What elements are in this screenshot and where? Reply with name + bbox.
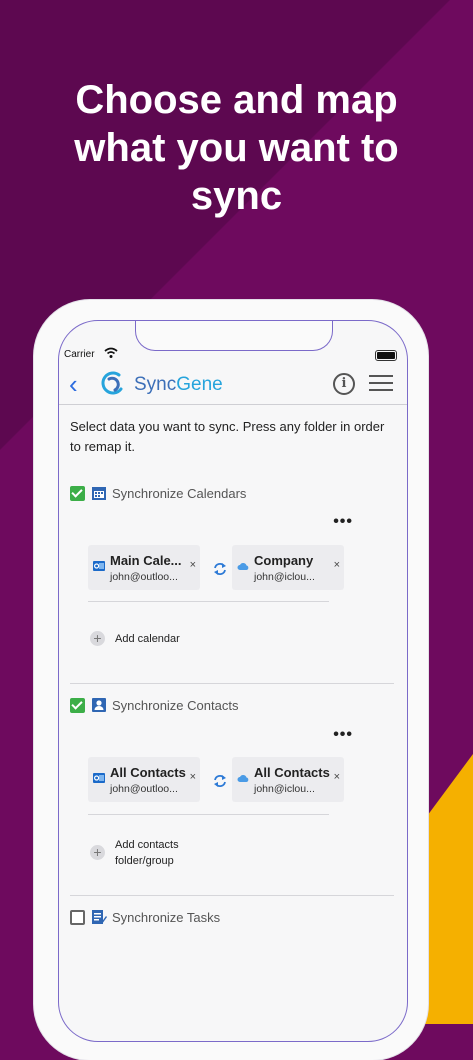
contacts-checkbox[interactable] [70,698,85,713]
contacts-icon [92,698,106,712]
contacts-more-button[interactable]: ••• [333,726,353,744]
contacts-target-folder[interactable]: All Contacts john@iclou... × [232,757,344,802]
sync-icon [214,775,226,787]
contacts-source-folder[interactable]: All Contacts john@outloo... × [88,757,200,802]
contacts-source-title: All Contacts [110,765,186,780]
menu-button[interactable] [369,375,393,391]
calendars-checkbox[interactable] [70,486,85,501]
icloud-icon [237,563,249,570]
contacts-target-account: john@iclou... [254,783,315,795]
tasks-label: Synchronize Tasks [112,910,221,925]
add-calendar-label: Add calendar [115,633,180,645]
headline-line-1: Choose and map [75,78,398,122]
add-contacts-label-line-1: Add contacts [115,839,179,851]
remove-icon[interactable]: × [334,771,340,783]
divider [88,601,329,602]
syncgene-logo-icon [101,371,123,395]
outlook-icon [93,773,105,783]
info-button[interactable]: i [333,373,355,395]
calendars-more-button[interactable]: ••• [333,513,353,531]
outlook-icon [93,561,105,571]
battery-icon [375,350,397,361]
contacts-target-title: All Contacts [254,765,330,780]
headline-line-2: what you want to [74,126,399,170]
calendars-target-account: john@iclou... [254,571,315,583]
calendars-target-title: Company [254,553,314,568]
tasks-icon [92,910,107,924]
calendars-label: Synchronize Calendars [112,486,247,501]
section-separator [70,895,394,896]
back-button[interactable]: ‹ [69,369,78,400]
status-bar: Carrier [64,347,397,363]
plus-icon: + [90,631,105,646]
wifi-icon [104,347,118,358]
carrier-label: Carrier [64,349,95,360]
remove-icon[interactable]: × [334,559,340,571]
headline: Choose and map what you want to sync [0,76,473,220]
section-separator [70,683,394,684]
calendars-target-folder[interactable]: Company john@iclou... × [232,545,344,590]
sync-icon [214,563,226,575]
icloud-icon [237,775,249,782]
contacts-label: Synchronize Contacts [112,698,239,713]
brand-name: SyncGene [134,374,223,396]
remove-icon[interactable]: × [190,559,196,571]
contacts-source-account: john@outloo... [110,783,178,795]
phone-screen: Carrier ‹ SyncGene i Select data you wan… [58,320,408,1042]
remove-icon[interactable]: × [190,771,196,783]
calendar-icon [92,487,106,500]
brand-sync: Sync [134,374,177,395]
calendars-source-account: john@outloo... [110,571,178,583]
add-contacts-label: Add contacts folder/group [115,837,179,869]
nav-bar: ‹ SyncGene i [59,366,407,405]
intro-text: Select data you want to sync. Press any … [70,419,385,454]
tasks-checkbox[interactable] [70,910,85,925]
brand-gene: Gene [176,374,223,395]
plus-icon: + [90,845,105,860]
divider [88,814,329,815]
calendars-source-title: Main Cale... [110,553,182,568]
add-contacts-label-line-2: folder/group [115,855,174,867]
calendars-source-folder[interactable]: Main Cale... john@outloo... × [88,545,200,590]
headline-line-3: sync [190,174,283,218]
